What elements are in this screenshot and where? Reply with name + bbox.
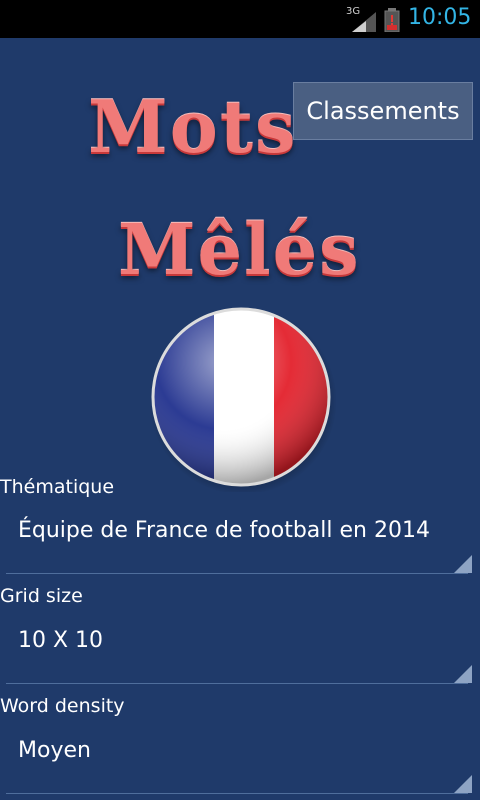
grid-size-value: 10 X 10: [18, 628, 104, 653]
status-bar: 3G 10:05: [0, 0, 480, 38]
thematique-spinner[interactable]: Équipe de France de football en 2014: [0, 500, 474, 574]
battery-icon: [384, 8, 400, 32]
signal-icon: [352, 12, 376, 32]
spinner-underline: [6, 793, 468, 794]
classements-button[interactable]: Classements: [293, 82, 473, 140]
spinner-underline: [6, 573, 468, 574]
thematique-label: Thématique: [0, 476, 115, 498]
word-density-value: Moyen: [18, 738, 91, 763]
france-flag-icon: [149, 307, 336, 492]
thematique-value: Équipe de France de football en 2014: [18, 518, 430, 543]
dropdown-arrow-icon: [454, 555, 472, 573]
grid-size-spinner[interactable]: 10 X 10: [0, 610, 474, 684]
main-screen: Mots Mêlés Classements Thématique Équipe: [0, 38, 480, 800]
logo-title-line2: Mêlés: [118, 208, 361, 291]
clock: 10:05: [408, 5, 472, 30]
spinner-underline: [6, 683, 468, 684]
logo-title-line1: Mots: [88, 84, 298, 169]
dropdown-arrow-icon: [454, 665, 472, 683]
word-density-spinner[interactable]: Moyen: [0, 720, 474, 794]
grid-size-label: Grid size: [0, 585, 83, 607]
dropdown-arrow-icon: [454, 775, 472, 793]
word-density-label: Word density: [0, 695, 125, 717]
